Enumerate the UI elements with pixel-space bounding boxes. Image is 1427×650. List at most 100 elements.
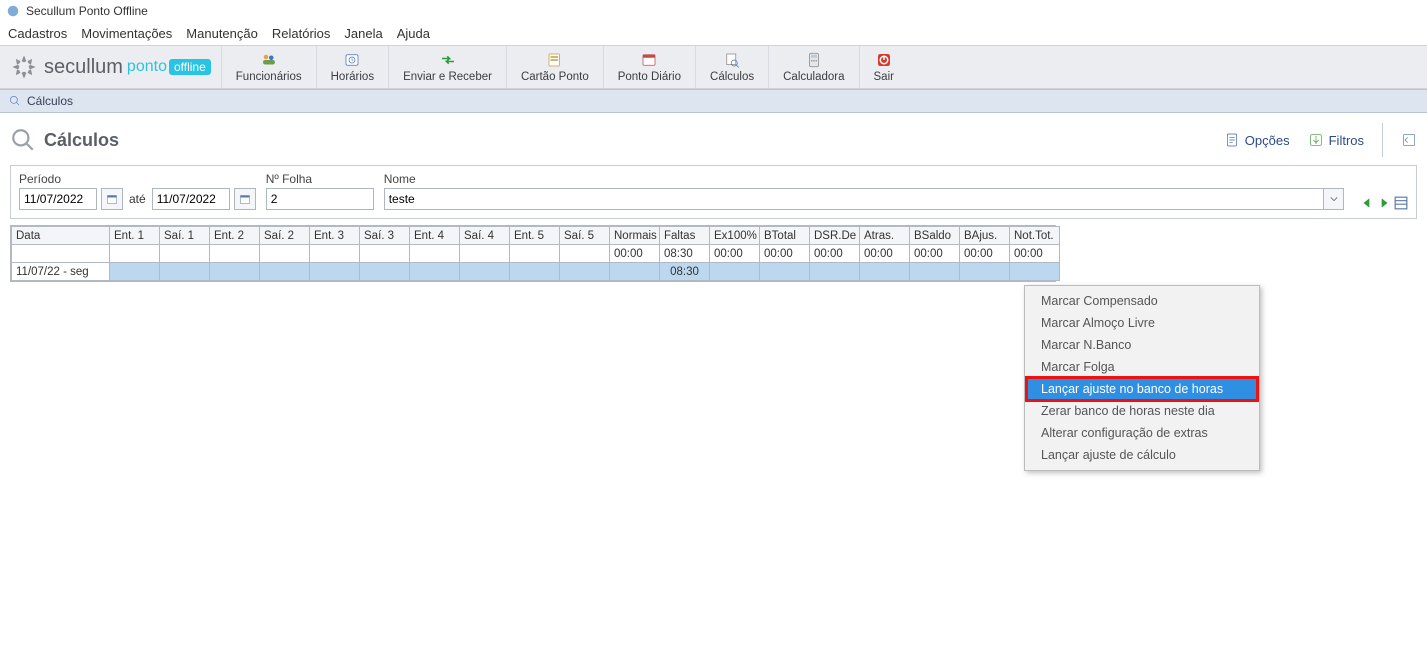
grid-header-cell[interactable]: BSaldo (910, 227, 960, 245)
grid-cell[interactable] (460, 263, 510, 281)
toolbar-label: Ponto Diário (618, 71, 681, 83)
grid-total-cell: 00:00 (760, 245, 810, 263)
grid-header-cell[interactable]: BTotal (760, 227, 810, 245)
context-menu-item[interactable]: Marcar Compensado (1027, 290, 1257, 312)
toolbar-label: Horários (331, 71, 374, 83)
grid-total-cell (110, 245, 160, 263)
grid-cell[interactable] (160, 263, 210, 281)
tab-bar: Cálculos (0, 89, 1427, 113)
grid-cell[interactable] (310, 263, 360, 281)
grid-header-cell[interactable]: Saí. 1 (160, 227, 210, 245)
grid-header-cell[interactable]: Normais (610, 227, 660, 245)
grid-header-cell[interactable]: Ent. 4 (410, 227, 460, 245)
grid-header-cell[interactable]: Saí. 3 (360, 227, 410, 245)
next-record-icon[interactable] (1377, 196, 1391, 210)
menu-janela[interactable]: Janela (344, 26, 382, 41)
grid-header-cell[interactable]: Faltas (660, 227, 710, 245)
opcoes-button[interactable]: Opções (1224, 132, 1290, 148)
grid-header-cell[interactable]: Saí. 4 (460, 227, 510, 245)
grid-header-cell[interactable]: Ent. 2 (210, 227, 260, 245)
toolbar-horarios[interactable]: Horários (316, 46, 388, 88)
menu-manutencao[interactable]: Manutenção (186, 26, 258, 41)
grid-header-cell[interactable]: Not.Tot. (1010, 227, 1060, 245)
grid-total-cell (12, 245, 110, 263)
grid-cell[interactable] (810, 263, 860, 281)
grid-cell[interactable] (560, 263, 610, 281)
nome-input[interactable] (384, 188, 1324, 210)
grid-header-cell[interactable]: Data (12, 227, 110, 245)
menu-ajuda[interactable]: Ajuda (397, 26, 430, 41)
grid-cell[interactable] (110, 263, 160, 281)
toolbar-label: Funcionários (236, 71, 302, 83)
brand: secullum ponto offline (0, 46, 221, 88)
grid-data-row[interactable]: 11/07/22 - seg 08:30 (12, 263, 1060, 281)
grid-total-cell (410, 245, 460, 263)
grid-total-cell (160, 245, 210, 263)
grid-total-cell (310, 245, 360, 263)
toolbar-label: Calculadora (783, 71, 844, 83)
grid-cell[interactable]: 08:30 (660, 263, 710, 281)
panel-toggle-icon[interactable] (1401, 132, 1417, 148)
tab-calculos[interactable]: Cálculos (27, 94, 73, 108)
grid-cell[interactable]: 11/07/22 - seg (12, 263, 110, 281)
date-to-input[interactable] (152, 188, 230, 210)
grid-header-cell[interactable]: Saí. 2 (260, 227, 310, 245)
toolbar-sair[interactable]: Sair (859, 46, 908, 88)
grid-header-cell[interactable]: Ex100% (710, 227, 760, 245)
grid-header-cell[interactable]: Saí. 5 (560, 227, 610, 245)
menu-cadastros[interactable]: Cadastros (8, 26, 67, 41)
grid-total-cell: 00:00 (710, 245, 760, 263)
nome-dropdown[interactable] (1324, 188, 1344, 210)
grid-cell[interactable] (1010, 263, 1060, 281)
grid-header-cell[interactable]: Atras. (860, 227, 910, 245)
prev-record-icon[interactable] (1360, 196, 1374, 210)
calculos-grid: DataEnt. 1Saí. 1Ent. 2Saí. 2Ent. 3Saí. 3… (10, 225, 1056, 282)
menu-movimentacoes[interactable]: Movimentações (81, 26, 172, 41)
grid-cell[interactable] (260, 263, 310, 281)
grid-cell[interactable] (510, 263, 560, 281)
grid-header-cell[interactable]: Ent. 3 (310, 227, 360, 245)
brand-sub1: ponto (127, 58, 167, 76)
grid-cell[interactable] (910, 263, 960, 281)
nfolha-input[interactable] (266, 188, 374, 210)
date-to-picker[interactable] (234, 188, 256, 210)
grid-cell[interactable] (710, 263, 760, 281)
grid-cell[interactable] (410, 263, 460, 281)
toolbar-funcionarios[interactable]: Funcionários (221, 46, 316, 88)
context-menu-item[interactable]: Marcar N.Banco (1027, 334, 1257, 356)
search-doc-icon (723, 51, 741, 69)
grid-cell[interactable] (760, 263, 810, 281)
context-menu-item[interactable]: Zerar banco de horas neste dia (1027, 400, 1257, 422)
context-menu-item[interactable]: Marcar Almoço Livre (1027, 312, 1257, 334)
grid-header-cell[interactable]: DSR.De (810, 227, 860, 245)
grid-header-cell[interactable]: Ent. 5 (510, 227, 560, 245)
grid-total-cell: 00:00 (810, 245, 860, 263)
date-from-input[interactable] (19, 188, 97, 210)
grid-cell[interactable] (210, 263, 260, 281)
context-menu-item[interactable]: Lançar ajuste no banco de horas (1027, 378, 1257, 400)
grid-total-cell: 00:00 (960, 245, 1010, 263)
grid-header-cell[interactable]: BAjus. (960, 227, 1010, 245)
toolbar-label: Cálculos (710, 71, 754, 83)
filtros-button[interactable]: Filtros (1308, 132, 1364, 148)
grid-cell[interactable] (360, 263, 410, 281)
context-menu-item[interactable]: Lançar ajuste de cálculo (1027, 444, 1257, 466)
toolbar-enviar-receber[interactable]: Enviar e Receber (388, 46, 506, 88)
toolbar-ponto-diario[interactable]: Ponto Diário (603, 46, 695, 88)
toolbar-calculos[interactable]: Cálculos (695, 46, 768, 88)
toolbar-cartao-ponto[interactable]: Cartão Ponto (506, 46, 603, 88)
page-title: Cálculos (10, 127, 119, 153)
brand-logo-icon (10, 53, 38, 81)
menu-relatorios[interactable]: Relatórios (272, 26, 331, 41)
toolbar-calculadora[interactable]: Calculadora (768, 46, 858, 88)
grid-cell[interactable] (960, 263, 1010, 281)
context-menu-item[interactable]: Marcar Folga (1027, 356, 1257, 378)
grid-options-icon[interactable] (1394, 196, 1408, 210)
grid-total-cell (210, 245, 260, 263)
grid-header-cell[interactable]: Ent. 1 (110, 227, 160, 245)
grid-cell[interactable] (610, 263, 660, 281)
grid-cell[interactable] (860, 263, 910, 281)
grid-total-cell (560, 245, 610, 263)
date-from-picker[interactable] (101, 188, 123, 210)
context-menu-item[interactable]: Alterar configuração de extras (1027, 422, 1257, 444)
